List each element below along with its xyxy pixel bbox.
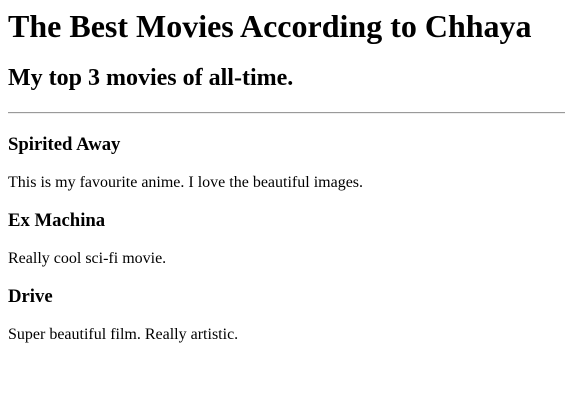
movie-title: Drive — [8, 286, 53, 307]
movie-description: Super beautiful film. Really artistic. — [8, 326, 239, 343]
movie-entry-ex-machina: Ex Machina Really cool sci-fi movie. — [8, 210, 557, 268]
movie-title: Ex Machina — [8, 210, 106, 231]
page-subtitle: My top 3 movies of all-time. — [8, 65, 294, 91]
movie-title: Spirited Away — [8, 134, 121, 155]
page-title: The Best Movies According to Chhaya — [8, 8, 532, 44]
page-content: The Best Movies According to Chhaya My t… — [0, 0, 565, 344]
movie-entry-drive: Drive Super beautiful film. Really artis… — [8, 286, 557, 344]
movie-description: This is my favourite anime. I love the b… — [8, 174, 364, 191]
movie-entry-spirited-away: Spirited Away This is my favourite anime… — [8, 134, 557, 192]
divider — [8, 112, 565, 114]
movie-description: Really cool sci-fi movie. — [8, 250, 167, 267]
